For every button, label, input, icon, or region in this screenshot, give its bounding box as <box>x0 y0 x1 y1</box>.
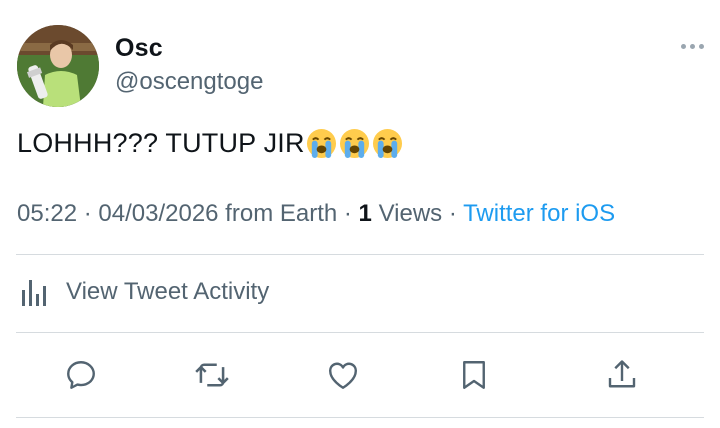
reply-icon <box>67 361 95 389</box>
loudly-crying-face-icon <box>372 128 402 159</box>
view-tweet-activity-button[interactable]: View Tweet Activity <box>20 276 269 308</box>
tweet-time[interactable]: 05:22 <box>17 200 77 227</box>
tweet-text-content: LOHHH??? TUTUP JIR <box>17 128 305 158</box>
bookmark-button[interactable] <box>451 352 497 398</box>
retweet-icon <box>195 363 229 387</box>
display-name[interactable]: Osc <box>115 34 163 63</box>
retweet-button[interactable] <box>189 352 235 398</box>
loudly-crying-face-icon <box>339 128 369 159</box>
more-options-icon[interactable] <box>681 44 704 49</box>
tweet-text: LOHHH??? TUTUP JIR <box>17 128 405 159</box>
views-label: Views <box>371 200 443 227</box>
tweet-action-bar <box>0 352 720 398</box>
meta-separator: · <box>77 200 99 227</box>
reply-button[interactable] <box>58 352 104 398</box>
meta-separator: · <box>337 200 359 227</box>
views-count: 1 <box>358 200 372 227</box>
more-dot <box>681 44 686 49</box>
meta-separator: · <box>442 200 464 227</box>
emoji-group <box>306 128 405 159</box>
more-dot <box>690 44 695 49</box>
tweet-date[interactable]: 04/03/2026 <box>98 200 218 227</box>
analytics-icon <box>22 280 46 306</box>
tweet-location: from Earth <box>218 200 338 227</box>
tweet-source-link[interactable]: Twitter for iOS <box>463 200 615 227</box>
more-dot <box>699 44 704 49</box>
share-icon <box>608 360 636 388</box>
view-tweet-activity-label: View Tweet Activity <box>66 278 270 305</box>
bookmark-icon <box>463 361 485 389</box>
loudly-crying-face-icon <box>306 128 336 159</box>
username-handle[interactable]: @oscengtoge <box>115 68 263 96</box>
tweet-meta: 05:22 · 04/03/2026 from Earth · 1 Views … <box>17 200 615 228</box>
avatar[interactable] <box>17 25 99 107</box>
divider <box>16 417 704 418</box>
like-button[interactable] <box>320 352 366 398</box>
share-button[interactable] <box>599 352 645 398</box>
like-icon <box>329 362 357 389</box>
divider <box>16 254 704 255</box>
divider <box>16 332 704 333</box>
